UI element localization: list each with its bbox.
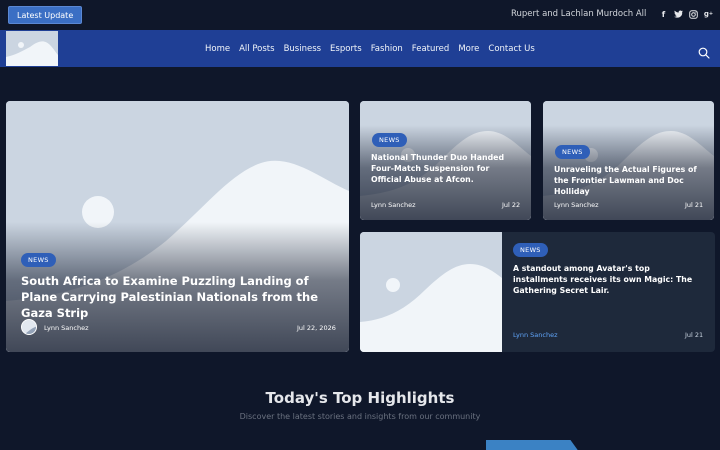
news-ticker[interactable]: Rupert and Lachlan Murdoch Allegedl — [511, 9, 646, 19]
post-date: Jul 22, 2026 — [297, 324, 336, 332]
section-title: Today's Top Highlights — [265, 389, 455, 407]
nav-item-home[interactable]: Home — [205, 44, 230, 54]
post-card[interactable]: NEWS Unraveling the Actual Figures of th… — [543, 101, 714, 220]
avatar — [21, 319, 37, 335]
post-author[interactable]: Lynn Sanchez — [371, 201, 416, 209]
post-author[interactable]: Lynn Sanchez — [513, 331, 558, 339]
post-card-horizontal[interactable]: NEWS A standout among Avatar's top insta… — [360, 232, 715, 352]
facebook-icon[interactable]: f — [658, 8, 669, 20]
twitter-icon[interactable] — [673, 8, 684, 20]
site-logo[interactable] — [6, 31, 58, 66]
google-plus-icon[interactable]: g + — [703, 8, 714, 20]
category-badge[interactable]: NEWS — [372, 133, 407, 147]
category-badge[interactable]: NEWS — [21, 253, 56, 267]
instagram-icon[interactable] — [688, 8, 699, 20]
post-title[interactable]: Unraveling the Actual Figures of the Fro… — [554, 165, 704, 198]
nav-item-esports[interactable]: Esports — [330, 44, 362, 54]
post-date: Jul 21 — [685, 201, 704, 209]
section-subtitle: Discover the latest stories and insights… — [239, 412, 481, 421]
placeholder-image-icon — [360, 232, 502, 352]
search-icon[interactable] — [698, 44, 710, 59]
nav-item-business[interactable]: Business — [284, 44, 321, 54]
post-author[interactable]: Lynn Sanchez — [44, 324, 89, 332]
category-badge[interactable]: NEWS — [555, 145, 590, 159]
nav-item-all-posts[interactable]: All Posts — [239, 44, 274, 54]
post-author[interactable]: Lynn Sanchez — [554, 201, 599, 209]
nav-item-fashion[interactable]: Fashion — [371, 44, 403, 54]
post-thumbnail[interactable] — [360, 232, 502, 352]
main-menu: Home All Posts Business Esports Fashion … — [205, 44, 544, 54]
post-card[interactable]: NEWS National Thunder Duo Handed Four-Ma… — [360, 101, 531, 220]
nav-item-featured[interactable]: Featured — [412, 44, 450, 54]
post-title[interactable]: A standout among Avatar's top installmen… — [513, 264, 698, 297]
post-date: Jul 22 — [502, 201, 521, 209]
post-date: Jul 21 — [685, 331, 704, 339]
featured-post-title[interactable]: South Africa to Examine Puzzling Landing… — [21, 273, 336, 321]
featured-post-card[interactable]: NEWS South Africa to Examine Puzzling La… — [6, 101, 349, 352]
nav-item-contact-us[interactable]: Contact Us — [488, 44, 534, 54]
post-title[interactable]: National Thunder Duo Handed Four-Match S… — [371, 153, 521, 186]
highlights-tab-button[interactable] — [486, 440, 582, 450]
latest-update-button[interactable]: Latest Update — [8, 6, 83, 24]
category-badge[interactable]: NEWS — [513, 243, 548, 257]
nav-item-more[interactable]: More — [458, 44, 479, 54]
